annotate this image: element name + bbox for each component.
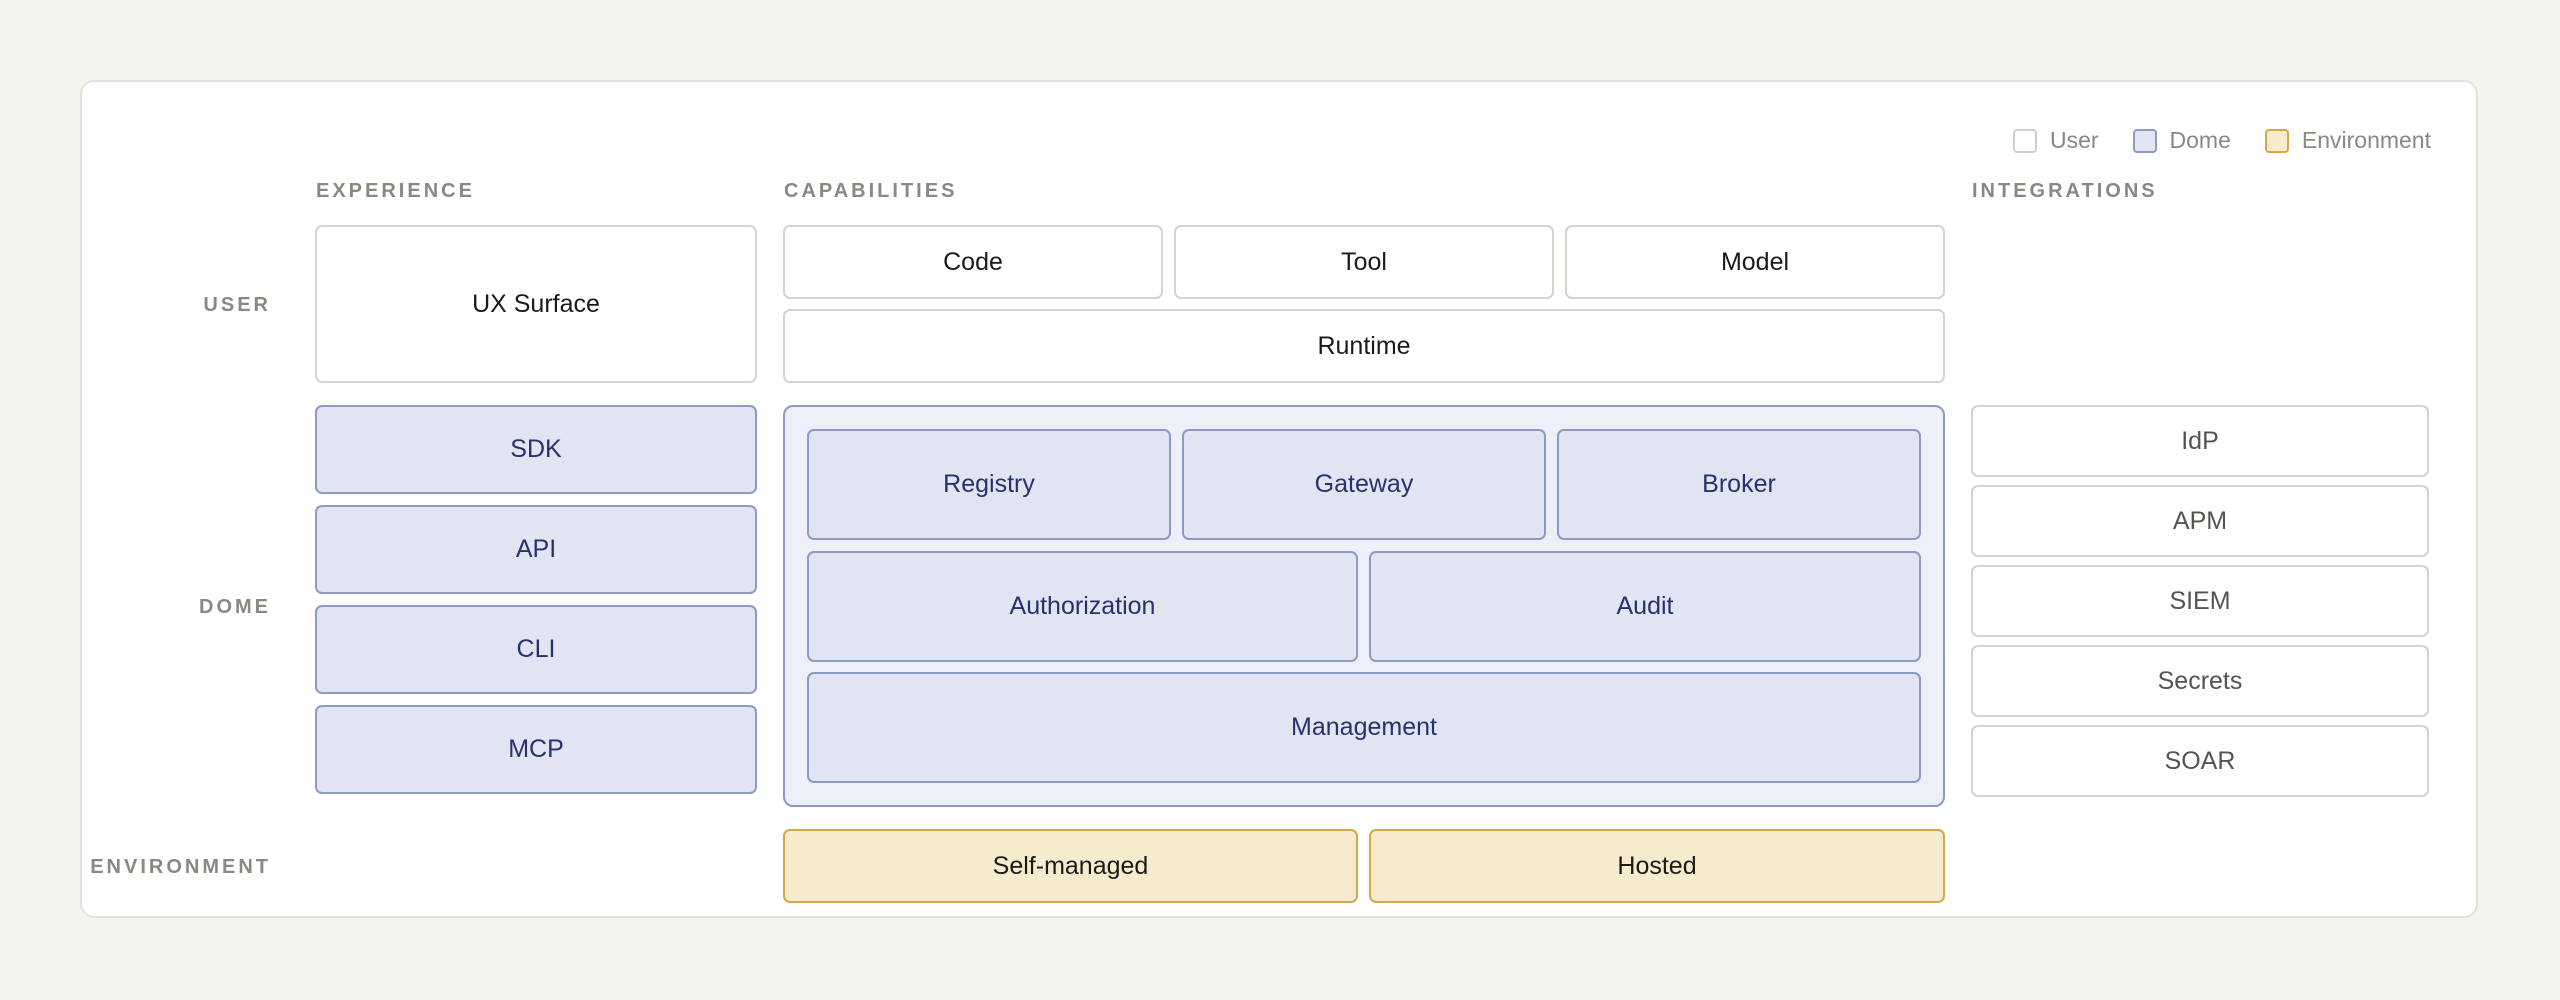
legend-item-user: User xyxy=(2012,127,2099,154)
column-header-capabilities: CAPABILITIES xyxy=(784,180,958,202)
integration-idp-box: IdP xyxy=(1971,405,2429,477)
integration-soar-box: SOAR xyxy=(1971,725,2429,797)
sdk-box: SDK xyxy=(315,405,757,494)
legend-swatch-dome xyxy=(2132,128,2157,153)
column-header-experience: EXPERIENCE xyxy=(316,180,475,202)
row-header-user: USER xyxy=(203,294,271,316)
integration-siem-box: SIEM xyxy=(1971,565,2429,637)
hosted-box: Hosted xyxy=(1369,829,1945,903)
code-box: Code xyxy=(783,225,1163,299)
legend: User Dome Environment xyxy=(2012,127,2431,154)
legend-item-dome: Dome xyxy=(2132,127,2231,154)
audit-box: Audit xyxy=(1369,551,1921,662)
legend-label-user: User xyxy=(2049,127,2099,153)
gateway-box: Gateway xyxy=(1182,429,1546,540)
runtime-box: Runtime xyxy=(783,309,1945,383)
legend-swatch-user xyxy=(2012,128,2037,153)
model-box: Model xyxy=(1565,225,1945,299)
row-header-environment: ENVIRONMENT xyxy=(90,856,271,878)
management-box: Management xyxy=(807,672,1921,783)
legend-item-environment: Environment xyxy=(2264,127,2431,154)
authorization-box: Authorization xyxy=(807,551,1358,662)
column-header-integrations: INTEGRATIONS xyxy=(1972,180,2158,202)
legend-swatch-environment xyxy=(2264,128,2289,153)
ux-surface-box: UX Surface xyxy=(315,225,757,383)
self-managed-box: Self-managed xyxy=(783,829,1358,903)
legend-label-environment: Environment xyxy=(2301,127,2431,153)
cli-box: CLI xyxy=(315,605,757,694)
integration-secrets-box: Secrets xyxy=(1971,645,2429,717)
broker-box: Broker xyxy=(1557,429,1921,540)
legend-label-dome: Dome xyxy=(2169,127,2231,153)
integration-apm-box: APM xyxy=(1971,485,2429,557)
mcp-box: MCP xyxy=(315,705,757,794)
tool-box: Tool xyxy=(1174,225,1554,299)
registry-box: Registry xyxy=(807,429,1171,540)
row-header-dome: DOME xyxy=(199,596,271,618)
api-box: API xyxy=(315,505,757,594)
